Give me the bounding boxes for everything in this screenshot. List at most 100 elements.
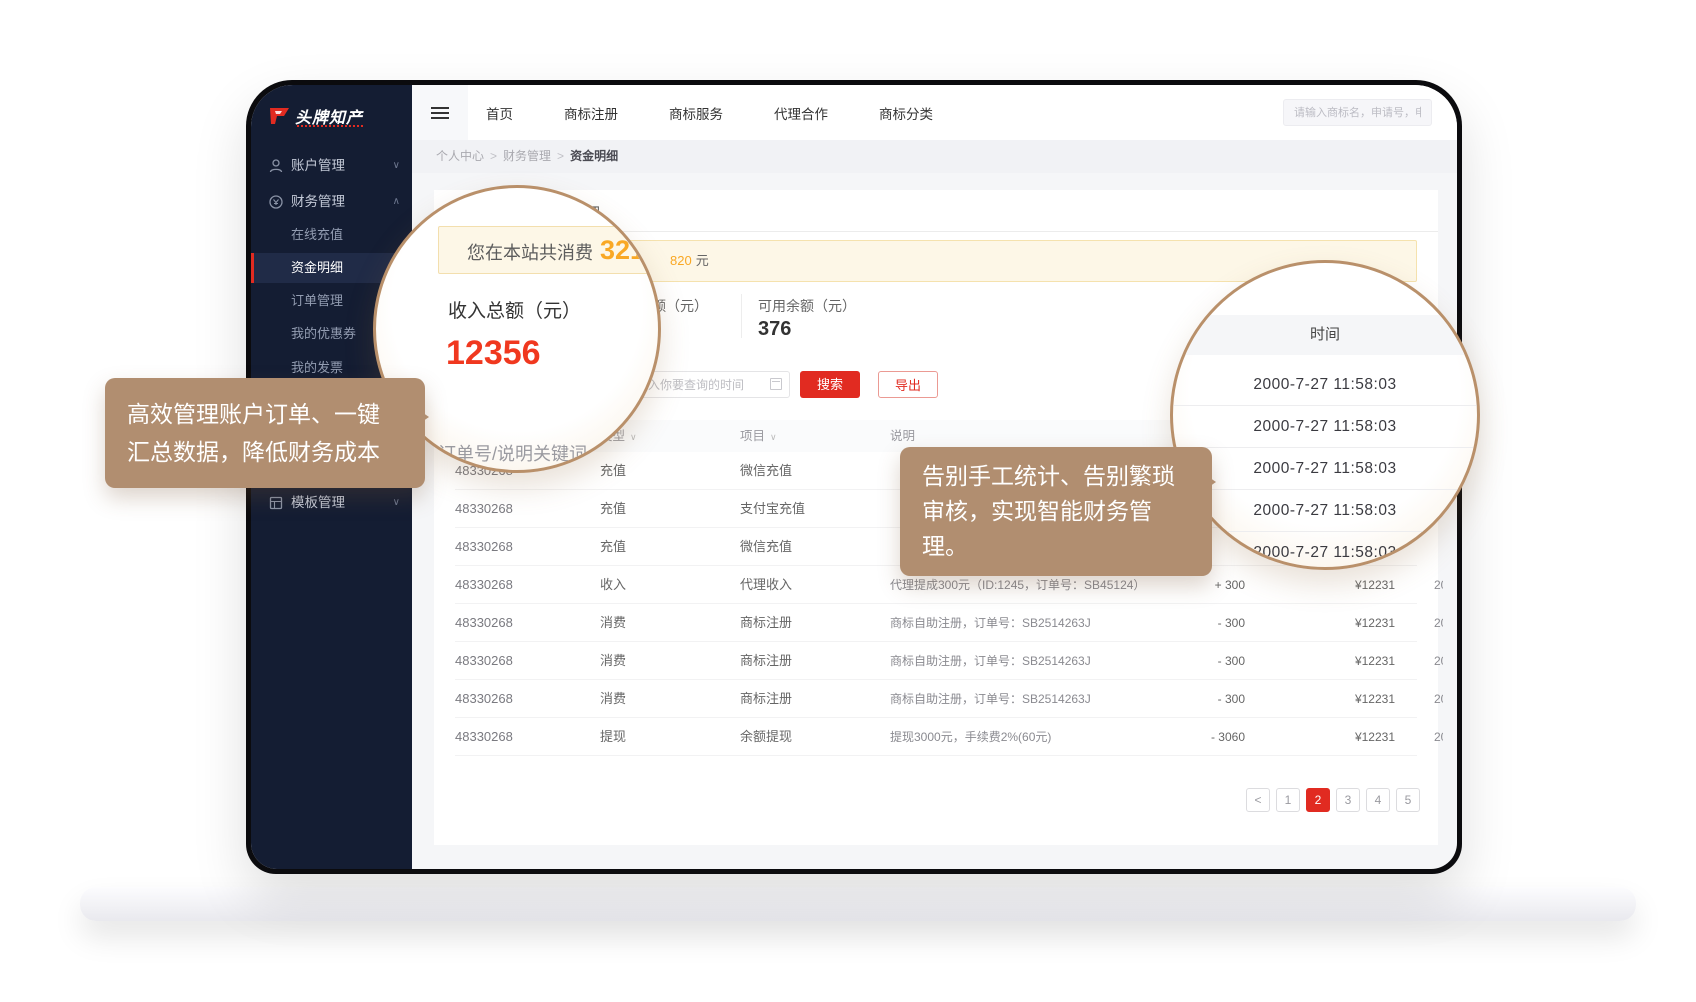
sidebar-subitem-label: 在线充值 — [291, 221, 343, 249]
global-search — [1283, 99, 1432, 126]
nav-item-agent-coop[interactable]: 代理合作 — [760, 103, 842, 123]
cell-balance: ¥12231 — [1305, 680, 1395, 718]
sidebar-subitem-label: 订单管理 — [291, 287, 343, 315]
magnifier-time: 时间 2000-7-27 11:58:03 2000-7-27 11:58:03… — [1170, 260, 1480, 570]
cell-order: 48330268 — [455, 642, 513, 680]
cell-time: 2000-7-27 11:58:03 — [1434, 604, 1443, 642]
export-button[interactable]: 导出 — [878, 371, 938, 398]
page-prev-button[interactable]: < — [1246, 788, 1270, 812]
cell-order: 48330268 — [455, 604, 513, 642]
calendar-icon[interactable] — [770, 378, 782, 390]
magnified-banner-prefix: 您在本站共消费 — [467, 243, 593, 263]
finance-icon — [268, 194, 284, 210]
sidebar-item-label: 财务管理 — [291, 188, 345, 216]
chevron-down-icon: ∨ — [393, 489, 400, 517]
breadcrumb-separator: > — [557, 149, 564, 163]
breadcrumb-separator: > — [490, 149, 497, 163]
cell-desc: 提现3000元，手续费2%(60元) — [890, 718, 1051, 756]
magnified-time-header: 时间 — [1173, 315, 1477, 355]
magnified-income-label: 收入总额（元） — [448, 296, 581, 323]
cell-type: 消费 — [600, 680, 626, 718]
brand-logo-icon — [267, 105, 291, 129]
consumption-amount: 820 — [670, 253, 692, 268]
cell-project: 商标注册 — [740, 642, 792, 680]
sidebar-item-template[interactable]: 模板管理 ∨ — [251, 489, 412, 517]
magnified-time-row: 2000-7-27 11:58:03 — [1173, 532, 1477, 570]
table-row[interactable]: 48330268 消费 商标注册 商标自助注册，订单号：SB2514263J -… — [455, 680, 1417, 718]
breadcrumb-personal-center[interactable]: 个人中心 — [436, 149, 484, 163]
callout-left-line2: 汇总数据，降低财务成本 — [127, 433, 403, 471]
chevron-up-icon: ∧ — [393, 188, 400, 216]
page-button-2-active[interactable]: 2 — [1306, 788, 1330, 812]
nav-item-trademark-category[interactable]: 商标分类 — [865, 103, 947, 123]
callout-left: 高效管理账户订单、一键 汇总数据，降低财务成本 — [105, 378, 425, 488]
col-header-project[interactable]: 项目 — [740, 420, 777, 453]
page-button-3[interactable]: 3 — [1336, 788, 1360, 812]
page-button-4[interactable]: 4 — [1366, 788, 1390, 812]
laptop-base — [80, 887, 1636, 921]
magnified-time-row: 2000-7-27 11:58:03 — [1173, 490, 1477, 532]
sidebar-item-finance[interactable]: 财务管理 ∧ — [251, 188, 412, 216]
nav-item-trademark-service[interactable]: 商标服务 — [655, 103, 737, 123]
hamburger-menu-icon[interactable] — [412, 85, 468, 140]
consumption-banner-text: 820 元 — [670, 241, 709, 281]
callout-right: 告别手工统计、告别繁琐 审核，实现智能财务管 理。 — [900, 447, 1212, 576]
callout-right-line3: 理。 — [922, 529, 1190, 564]
table-row[interactable]: 48330268 消费 商标注册 商标自助注册，订单号：SB2514263J -… — [455, 642, 1417, 680]
callout-right-line2: 审核，实现智能财务管 — [922, 494, 1190, 529]
person-icon — [268, 158, 284, 174]
magnified-income-value: 12356 — [446, 334, 541, 373]
page-button-5[interactable]: 5 — [1396, 788, 1420, 812]
sidebar-subitem-label: 我的优惠券 — [291, 320, 356, 348]
global-search-input[interactable] — [1283, 99, 1432, 126]
search-button[interactable]: 搜索 — [800, 371, 860, 398]
cell-amount: - 300 — [1155, 642, 1245, 680]
table-row[interactable]: 48330268 提现 余额提现 提现3000元，手续费2%(60元) - 30… — [455, 718, 1417, 756]
breadcrumb-finance[interactable]: 财务管理 — [503, 149, 551, 163]
cell-type: 消费 — [600, 642, 626, 680]
consumption-unit: 元 — [696, 253, 709, 268]
cell-time: 2000-7-27 11:58:03 — [1434, 718, 1443, 756]
magnified-time-row: 2000-7-27 11:58:03 — [1173, 364, 1477, 406]
nav-item-trademark-register[interactable]: 商标注册 — [550, 103, 632, 123]
callout-right-line1: 告别手工统计、告别繁琐 — [922, 459, 1190, 494]
sidebar-item-online-recharge[interactable]: 在线充值 — [251, 221, 412, 249]
cell-desc: 商标自助注册，订单号：SB2514263J — [890, 604, 1091, 642]
cell-balance: ¥12231 — [1305, 566, 1395, 604]
cell-time: 2000-7-27 11:58:03 — [1434, 680, 1443, 718]
cell-type: 消费 — [600, 604, 626, 642]
pagination: < 1 2 3 4 5 — [1246, 788, 1420, 812]
cell-type: 充值 — [600, 490, 626, 528]
main-nav: 首页 商标注册 商标服务 代理合作 商标分类 — [472, 85, 947, 140]
sidebar-item-account[interactable]: 账户管理 ∨ — [251, 152, 412, 180]
cell-balance: ¥12231 — [1305, 604, 1395, 642]
cell-balance: ¥12231 — [1305, 718, 1395, 756]
cell-type: 充值 — [600, 452, 626, 490]
stat-balance-label: 可用余额（元） — [758, 296, 856, 316]
magnified-time-row: 2000-7-27 11:58:03 — [1173, 406, 1477, 448]
cell-project: 支付宝充值 — [740, 490, 805, 528]
cell-desc: 商标自助注册，订单号：SB2514263J — [890, 680, 1091, 718]
breadcrumb: 个人中心>财务管理>资金明细 — [412, 140, 1457, 173]
cell-order: 48330268 — [455, 490, 513, 528]
cell-order: 48330268 — [455, 680, 513, 718]
stat-balance-value: 376 — [758, 318, 791, 341]
table-row[interactable]: 48330268 消费 商标注册 商标自助注册，订单号：SB2514263J -… — [455, 604, 1417, 642]
cell-time: 2000-7-27 11:58:03 — [1434, 642, 1443, 680]
brand-logo[interactable]: 头牌知产 — [267, 103, 397, 137]
cell-desc: 商标自助注册，订单号：SB2514263J — [890, 642, 1091, 680]
cell-order: 48330268 — [455, 718, 513, 756]
magnified-consumption-banner: 您在本站共消费32124元 — [438, 226, 661, 274]
brand-tagline-dots — [297, 125, 363, 127]
cell-balance: ¥12231 — [1305, 642, 1395, 680]
nav-item-home[interactable]: 首页 — [472, 103, 527, 123]
magnified-order-col-header: 订单号/说明关键词 — [438, 440, 587, 466]
chevron-down-icon: ∨ — [393, 152, 400, 180]
cell-project: 代理收入 — [740, 566, 792, 604]
cell-project: 商标注册 — [740, 604, 792, 642]
sidebar-item-label: 账户管理 — [291, 152, 345, 180]
page-button-1[interactable]: 1 — [1276, 788, 1300, 812]
page: 首页 商标注册 商标服务 代理合作 商标分类 个人中心>财务管理>资金明细 — [0, 0, 1696, 1002]
top-navbar: 首页 商标注册 商标服务 代理合作 商标分类 — [412, 85, 1457, 140]
cell-type: 提现 — [600, 718, 626, 756]
